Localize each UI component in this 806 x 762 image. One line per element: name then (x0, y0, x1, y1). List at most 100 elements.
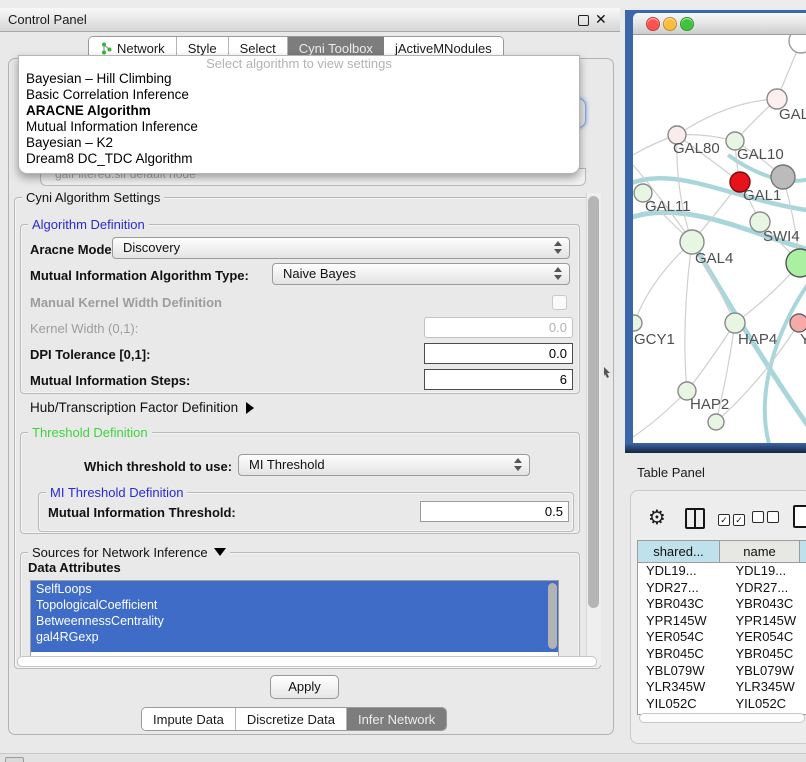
collapse-down-icon (214, 548, 226, 556)
which-threshold-combo[interactable]: MI Threshold (238, 454, 530, 476)
column-header-name[interactable]: name (720, 541, 800, 562)
screen: Control Panel ✕ Network Style Select Cyn… (0, 0, 806, 762)
settings-hscrollbar[interactable] (17, 656, 597, 667)
dropdown-item[interactable]: Dream8 DC_TDC Algorithm (19, 151, 579, 167)
table-row[interactable]: YBR043CYBR043C (638, 596, 806, 613)
manual-kernel-checkbox[interactable] (552, 295, 567, 310)
table-header: shared... name (638, 541, 806, 563)
network-window-titlebar[interactable] (633, 13, 806, 35)
dpi-tolerance-label: DPI Tolerance [0,1]: (30, 347, 150, 362)
network-node-label: GCY1 (634, 331, 675, 348)
network-node-label: SWI4 (763, 228, 800, 245)
column-header-shared-name[interactable]: shared... (638, 541, 720, 562)
table-row[interactable]: YIL052CYIL052C9. (638, 696, 806, 713)
network-node[interactable] (633, 315, 642, 331)
network-node-label: HAP2 (690, 396, 729, 413)
minimize-traffic-light[interactable] (663, 17, 677, 31)
list-item[interactable]: BetweennessCentrality (31, 613, 558, 629)
deselect-all-icon[interactable] (752, 510, 782, 528)
scrollbar-thumb[interactable] (588, 196, 599, 608)
manual-kernel-label: Manual Kernel Width Definition (30, 295, 222, 310)
table-row[interactable]: YER054CYER054C8. (638, 629, 806, 646)
data-attributes-list: SelfLoops TopologicalCoefficient Between… (30, 580, 559, 658)
tab-discretize-data[interactable]: Discretize Data (236, 708, 347, 730)
sources-title[interactable]: Sources for Network Inference (28, 545, 230, 560)
table-row[interactable]: YBR045CYBR045C9. (638, 646, 806, 663)
algorithm-definition-title: Algorithm Definition (28, 217, 149, 232)
column-header-partial[interactable] (800, 541, 806, 562)
bottom-tabbar: Impute Data Discretize Data Infer Networ… (141, 707, 447, 731)
stepper-icon (554, 241, 563, 254)
dropdown-prompt: Select algorithm to view settings (19, 57, 579, 71)
mi-threshold-field[interactable]: 0.5 (420, 501, 569, 522)
data-attributes-label: Data Attributes (28, 560, 121, 575)
top-strip (0, 0, 806, 8)
stepper-icon (554, 267, 563, 280)
mi-steps-field[interactable]: 6 (424, 369, 573, 390)
document-icon[interactable] (793, 505, 806, 528)
network-node[interactable] (725, 313, 745, 333)
network-node[interactable] (790, 314, 806, 332)
mouse-cursor (603, 367, 611, 378)
hub-section-toggle[interactable]: Hub/Transcription Factor Definition (30, 400, 254, 415)
network-node-label: GAL10 (737, 146, 784, 163)
mi-type-combo[interactable]: Naive Bayes (272, 263, 570, 285)
dropdown-item[interactable]: Mutual Information Inference (19, 119, 579, 135)
network-node-label: GAL11 (645, 198, 691, 215)
stepper-icon (514, 458, 523, 471)
dropdown-item[interactable]: Bayesian – Hill Climbing (19, 71, 579, 87)
table-row[interactable]: YPR145WYPR145W9. (638, 613, 806, 630)
bottom-corner-button[interactable] (5, 757, 24, 762)
dropdown-item[interactable]: Bayesian – K2 (19, 135, 579, 151)
network-node[interactable] (708, 414, 724, 430)
dropdown-item-selected[interactable]: ARACNE Algorithm (19, 103, 579, 119)
list-scrollbar[interactable] (548, 583, 557, 649)
network-window-frame-bottom (625, 443, 806, 453)
list-item-partial[interactable] (31, 645, 558, 652)
zoom-traffic-light[interactable] (680, 17, 694, 31)
network-node[interactable] (771, 165, 795, 189)
network-node[interactable] (786, 249, 806, 277)
network-node-label: GAL7 (779, 106, 806, 123)
expand-right-icon (246, 402, 254, 414)
network-node-label: GAL1 (743, 187, 781, 204)
network-node[interactable] (789, 35, 806, 53)
network-canvas[interactable]: GAL7GAL80GAL10GAL1GAL11SWI4GAL4GCY1HAP4Y… (633, 35, 806, 443)
close-icon[interactable]: ✕ (595, 11, 607, 28)
columns-icon[interactable] (685, 508, 705, 529)
table-hscrollbar[interactable] (639, 713, 805, 723)
tab-impute-data[interactable]: Impute Data (142, 708, 236, 730)
aracne-mode-label: Aracne Mode: (30, 242, 116, 257)
apply-button[interactable]: Apply (270, 675, 339, 699)
close-traffic-light[interactable] (646, 17, 660, 31)
node-table: shared... name YDL19...YDL19...13 YDR27.… (637, 540, 806, 715)
list-item[interactable]: SelfLoops (31, 581, 558, 597)
float-window-icon[interactable] (578, 15, 589, 26)
list-item[interactable]: gal4RGexp (31, 629, 558, 645)
bottom-strip (0, 753, 806, 762)
kernel-width-label: Kernel Width (0,1): (30, 321, 138, 336)
control-panel-titlebar: Control Panel ✕ (0, 8, 620, 32)
gear-icon[interactable]: ⚙ (648, 505, 666, 530)
table-row[interactable]: YBL079WYBL079W (638, 663, 806, 680)
list-item[interactable]: TopologicalCoefficient (31, 597, 558, 613)
table-panel-title: Table Panel (637, 465, 705, 480)
which-threshold-label: Which threshold to use: (84, 459, 232, 474)
aracne-mode-combo[interactable]: Discovery (112, 237, 570, 259)
dropdown-item[interactable]: Basic Correlation Inference (19, 87, 579, 103)
tab-infer-network[interactable]: Infer Network (347, 708, 446, 730)
settings-vscrollbar[interactable] (586, 193, 601, 665)
dpi-tolerance-field[interactable]: 0.0 (424, 343, 573, 364)
select-all-icon[interactable]: ✓✓ (718, 510, 748, 528)
table-row[interactable]: YDL19...YDL19...13 (638, 563, 806, 580)
mi-type-label: Mutual Information Algorithm Type: (30, 268, 249, 283)
table-row[interactable]: YLR345WYLR345W9. (638, 679, 806, 696)
kernel-width-field[interactable]: 0.0 (424, 317, 573, 338)
network-view[interactable]: GAL7GAL80GAL10GAL1GAL11SWI4GAL4GCY1HAP4Y… (633, 35, 806, 443)
table-row[interactable]: YDR27...YDR27...12 (638, 580, 806, 597)
network-node-label: HAP4 (738, 331, 777, 348)
algorithm-dropdown: Select algorithm to view settings Bayesi… (18, 55, 580, 174)
mi-steps-label: Mutual Information Steps: (30, 373, 190, 388)
cyni-settings-title: Cyni Algorithm Settings (22, 190, 164, 205)
network-node-label: Y (800, 331, 806, 348)
